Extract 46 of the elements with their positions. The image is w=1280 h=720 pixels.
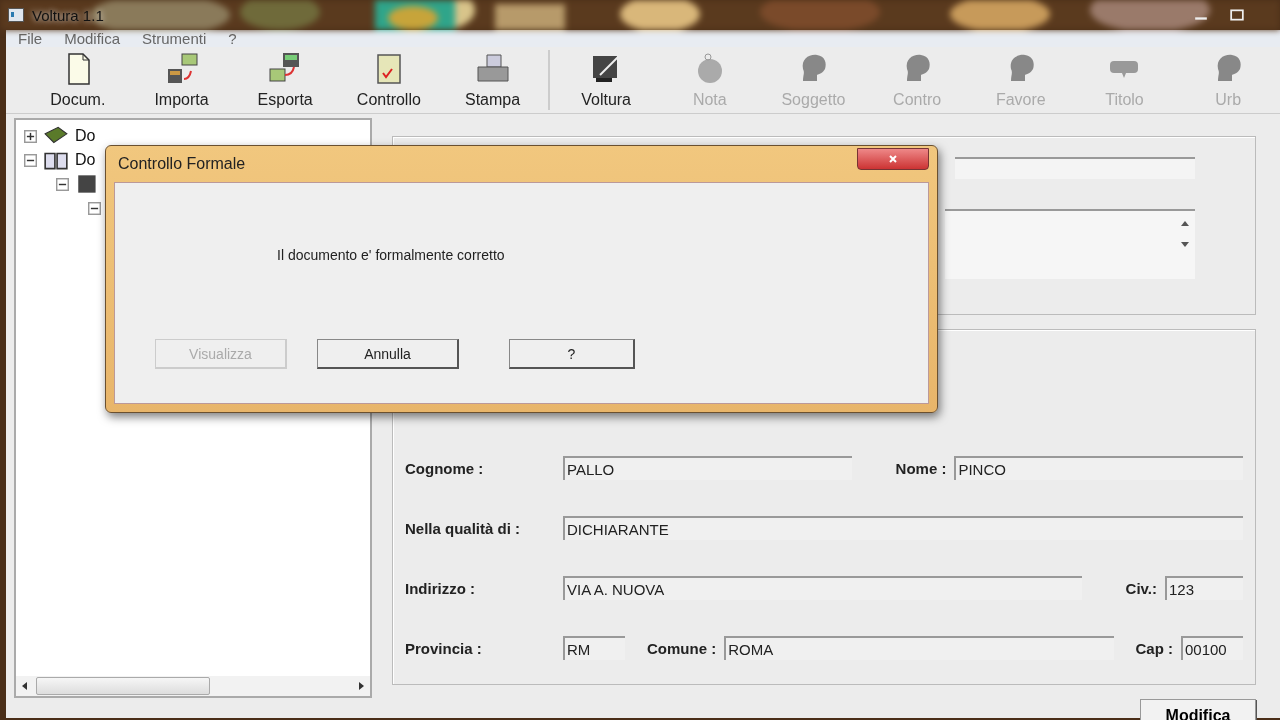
dialog-button[interactable]: Annulla (317, 339, 459, 369)
field-label: Cognome : (405, 459, 485, 477)
scroll-left-icon[interactable] (22, 682, 28, 690)
input-field[interactable]: 00100 (1181, 636, 1243, 660)
scroll-down-icon[interactable] (1181, 242, 1189, 247)
toolbar-button[interactable]: Stampa (440, 47, 545, 113)
menu-item[interactable]: ? (228, 30, 237, 47)
input-field[interactable]: RM (563, 636, 625, 660)
scroll-up-icon[interactable] (1181, 221, 1189, 226)
input-field[interactable]: VIA A. NUOVA (563, 576, 1082, 600)
menu-item[interactable]: Strumenti (142, 30, 207, 47)
input-field[interactable]: PALLO (563, 456, 852, 480)
toolbar-button[interactable]: Voltura (554, 47, 658, 113)
field-label: Cap : (1135, 639, 1173, 657)
field-label: Indirizzo : (405, 579, 476, 597)
window-title: Voltura 1.1 (32, 6, 104, 24)
toolbar-button[interactable]: Esporta (233, 47, 337, 113)
field-label: Comune : (647, 639, 717, 657)
horizontal-scrollbar[interactable] (16, 676, 370, 696)
scroll-right-icon[interactable] (358, 682, 364, 690)
toolbar-button[interactable]: Docum. (26, 47, 130, 113)
toolbar-button[interactable]: Importa (129, 47, 234, 113)
tree-item[interactable]: Do (75, 127, 96, 145)
input-field[interactable]: 123 (1165, 576, 1243, 600)
dialog-message: Il documento e' formalmente corretto (277, 247, 506, 263)
expander-icon[interactable] (24, 129, 37, 143)
menu-item[interactable]: Modifica (64, 30, 121, 47)
expander-icon[interactable] (56, 177, 69, 191)
dialog-title: Controllo Formale (118, 155, 246, 173)
field-label: Provincia : (405, 639, 483, 657)
field-label: Nome : (895, 459, 947, 477)
dialog-button[interactable]: ? (509, 339, 635, 369)
close-icon (888, 154, 898, 164)
field-label: Nella qualità di : (405, 519, 522, 537)
input-field[interactable]: ROMA (724, 636, 1114, 660)
menu-item[interactable]: File (18, 30, 43, 47)
app-icon (8, 8, 24, 22)
expander-icon[interactable] (88, 201, 101, 215)
tree-item[interactable]: Do (75, 151, 96, 169)
text-field[interactable] (955, 157, 1195, 179)
toolbar-button[interactable]: Controllo (337, 47, 441, 113)
field-label: Civ.: (1125, 579, 1157, 597)
close-button[interactable] (857, 148, 929, 170)
input-field[interactable]: DICHIARANTE (563, 516, 1243, 540)
input-field[interactable]: PINCO (954, 456, 1243, 480)
expander-icon[interactable] (24, 153, 37, 167)
